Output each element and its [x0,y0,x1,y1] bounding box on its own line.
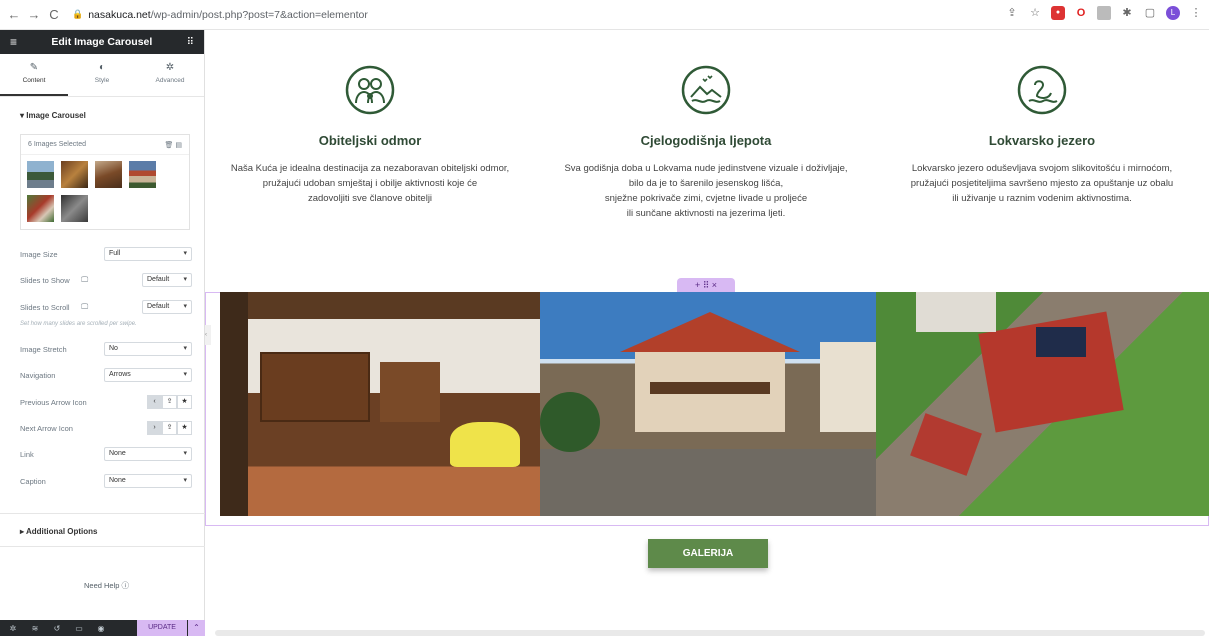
update-options-chevron-icon[interactable]: ⌃ [188,620,205,636]
section-additional-options[interactable]: ▸ Additional Options [20,527,98,536]
control-navigation: Navigation Arrows [20,366,192,384]
update-button[interactable]: UPDATE [137,620,187,636]
responsive-icon[interactable]: ▭ [70,624,88,633]
slides-scroll-hint: Set how many slides are scrolled per swi… [20,321,137,327]
gallery-control[interactable]: 6 Images Selected 🗑 ▤ [20,134,190,230]
reload-button[interactable]: C [44,7,64,22]
caption-select[interactable]: None [104,474,192,488]
panel-header: ≡ Edit Image Carousel ⠿ [0,30,204,54]
upload-icon[interactable]: ⇪ [162,421,177,435]
divider [0,546,205,547]
feature-title: Obiteljski odmor [318,133,422,148]
tab-content[interactable]: ✎ Content [0,54,68,96]
desktop-icon: 🖵 [81,302,89,311]
star-icon[interactable]: ★ [177,395,192,409]
puzzle-icon[interactable]: ✱ [1120,6,1134,20]
chevron-left-icon[interactable]: ‹ [147,395,162,409]
feature-text: Lokvarsko jezero oduševljava svojom slik… [910,163,1174,204]
control-image-stretch: Image Stretch No [20,340,192,358]
control-link: Link None [20,445,192,463]
feature-title: Lokvarsko jezero [988,133,1096,148]
carousel-prev-arrow-icon[interactable]: ‹ [213,400,218,418]
image-carousel[interactable] [220,292,1209,516]
panel-collapse-toggle[interactable]: ‹ [205,325,211,345]
need-help-link[interactable]: Need Help ⓘ [84,580,129,591]
edit-gallery-icon[interactable]: ▤ [175,142,182,149]
extension-grey-icon[interactable] [1097,6,1111,20]
feature-title: Cjelogodišnja ljepota [640,133,772,148]
back-button[interactable]: ← [4,7,24,22]
panel-tabs: ✎ Content ◐ Style ✲ Advanced [0,54,204,97]
url-path: /wp-admin/post.php?post=7&action=element… [150,8,368,21]
landscape-birds-icon [681,65,731,115]
gallery-thumb [61,195,88,222]
browser-toolbar: ← → C 🔒 nasakuca.net /wp-admin/post.php?… [0,0,1209,30]
control-slides-to-scroll: Slides to Scroll 🖵 Default [20,298,192,316]
feature-seasons: Cjelogodišnja ljepota Sva godišnja doba … [541,65,871,221]
tab-style[interactable]: ◐ Style [68,54,136,96]
address-bar[interactable]: 🔒 nasakuca.net /wp-admin/post.php?post=7… [72,9,368,21]
chevron-right-icon[interactable]: › [147,421,162,435]
editor-canvas: Obiteljski odmor Naša Kuća je idealna de… [205,30,1209,636]
hamburger-icon[interactable]: ≡ [10,35,17,49]
gallery-thumb [95,161,122,188]
gallery-button[interactable]: GALERIJA [648,539,768,568]
preview-eye-icon[interactable]: ◉ [92,624,110,633]
extension-red-icon[interactable]: ● [1051,6,1065,20]
slides-to-show-select[interactable]: Default [142,273,192,287]
opera-icon[interactable]: O [1074,6,1088,20]
section-image-carousel[interactable]: ▾ Image Carousel [20,111,86,120]
feature-text: Sva godišnja doba u Lokvama nude jedinst… [564,163,848,219]
link-select[interactable]: None [104,447,192,461]
settings-icon[interactable]: ✲ [4,624,22,633]
gallery-thumb [61,161,88,188]
profile-avatar-icon[interactable]: L [1166,6,1180,20]
forward-button[interactable]: → [24,7,44,22]
gallery-thumb [27,161,54,188]
feature-text: Naša Kuća je idealna destinacija za neza… [230,163,510,204]
panel-title: Edit Image Carousel [51,36,153,48]
gear-icon: ✲ [165,62,175,73]
family-icon [345,65,395,115]
feature-family: Obiteljski odmor Naša Kuća je idealna de… [205,65,535,206]
carousel-slide-aerial [876,292,1209,516]
gallery-thumb [27,195,54,222]
lake-swan-icon [1017,65,1067,115]
history-icon[interactable]: ↺ [48,624,66,633]
control-previous-arrow-icon: Previous Arrow Icon ‹ ⇪ ★ [20,393,192,411]
url-host: nasakuca.net [88,8,151,21]
star-icon[interactable]: ★ [177,421,192,435]
feature-lake: Lokvarsko jezero Lokvarsko jezero odušev… [877,65,1207,206]
trash-icon[interactable]: 🗑 [165,142,174,149]
section-handle[interactable]: + ⠿ × [677,278,735,292]
contrast-icon: ◐ [98,62,106,73]
control-slides-to-show: Slides to Show 🖵 Default [20,271,192,289]
menu-kebab-icon[interactable]: ⋮ [1189,6,1203,20]
lock-icon: 🔒 [72,9,84,19]
horizontal-scrollbar[interactable] [215,630,1205,636]
tab-advanced[interactable]: ✲ Advanced [136,54,204,96]
bookmark-star-icon[interactable]: ☆ [1028,6,1042,20]
desktop-icon: 🖵 [81,275,89,284]
layers-icon[interactable]: ≋ [26,624,44,633]
carousel-slide-house [540,292,876,516]
carousel-slide-kitchen [220,292,540,516]
slides-to-scroll-select[interactable]: Default [142,300,192,314]
share-icon[interactable]: ⇪ [1005,6,1019,20]
upload-icon[interactable]: ⇪ [162,395,177,409]
image-stretch-select[interactable]: No [104,342,192,356]
gallery-count-label: 6 Images Selected [28,141,86,148]
help-circle-icon: ⓘ [121,581,130,590]
navigation-select[interactable]: Arrows [104,368,192,382]
divider [0,513,205,514]
gallery-thumb [129,161,156,188]
grid-icon[interactable]: ⠿ [187,37,194,48]
pencil-icon: ✎ [29,62,39,73]
sidebar-icon[interactable]: ▢ [1143,6,1157,20]
image-size-select[interactable]: Full [104,247,192,261]
control-next-arrow-icon: Next Arrow Icon › ⇪ ★ [20,419,192,437]
control-caption: Caption None [20,472,192,490]
control-image-size: Image Size Full [20,245,192,263]
